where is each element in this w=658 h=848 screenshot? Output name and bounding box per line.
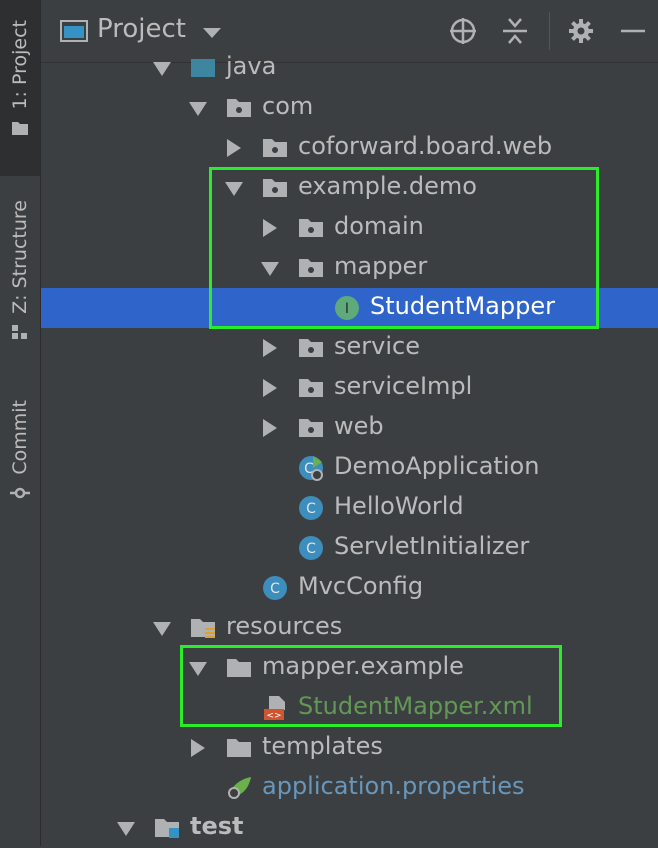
svg-text:C: C: [306, 541, 316, 557]
tree-item-label: coforward.board.web: [298, 132, 553, 160]
chevron-down-icon[interactable]: [189, 102, 207, 116]
tab-structure-label: Z: Structure: [9, 200, 31, 314]
tree-row[interactable]: C ServletInitializer: [41, 528, 658, 568]
tree-item-label: StudentMapper: [370, 292, 555, 320]
chevron-right-icon[interactable]: [263, 419, 277, 437]
class-icon: C: [297, 495, 325, 521]
panel-title[interactable]: Project: [97, 14, 186, 44]
tree-item-label: HelloWorld: [334, 492, 464, 520]
tree-item-label: resources: [226, 612, 343, 640]
folder-icon: [225, 655, 253, 681]
tree-item-label: MvcConfig: [298, 572, 424, 600]
folder-icon: [225, 735, 253, 761]
chevron-down-icon[interactable]: [261, 262, 279, 276]
chevron-down-icon[interactable]: [225, 182, 243, 196]
tree-row[interactable]: domain: [41, 208, 658, 248]
tree-row[interactable]: templates: [41, 728, 658, 768]
tree-item-label: domain: [334, 212, 424, 240]
collapse-all-icon[interactable]: [500, 16, 530, 46]
package-icon: [297, 215, 325, 241]
locate-icon[interactable]: [448, 16, 478, 46]
tree-item-label: web: [334, 412, 384, 440]
spring-properties-icon: [225, 775, 253, 801]
resources-folder-icon: [189, 615, 217, 641]
tree-row[interactable]: mapper.example: [41, 648, 658, 688]
package-icon: [297, 255, 325, 281]
tree-item-label: ServletInitializer: [334, 532, 530, 560]
tree-row[interactable]: example.demo: [41, 168, 658, 208]
tree-item-label: serviceImpl: [334, 372, 473, 400]
xml-file-icon: <>: [261, 695, 289, 721]
spring-boot-class-icon: C: [297, 455, 325, 481]
tree-row[interactable]: I StudentMapper: [41, 288, 658, 328]
project-view-icon: [60, 20, 88, 42]
tree-item-label: java: [226, 52, 277, 80]
svg-text:<>: <>: [266, 711, 281, 721]
tree-row[interactable]: C DemoApplication: [41, 448, 658, 488]
tree-item-label: templates: [262, 732, 383, 760]
chevron-right-icon[interactable]: [263, 339, 277, 357]
tree-item-label: com: [262, 92, 314, 120]
svg-text:C: C: [270, 581, 280, 597]
tab-structure[interactable]: Z: Structure: [0, 200, 40, 360]
tab-project-label: 1: Project: [9, 20, 31, 110]
chevron-down-icon[interactable]: [153, 622, 171, 636]
package-icon: [297, 375, 325, 401]
package-icon: [261, 175, 289, 201]
tree-row[interactable]: C MvcConfig: [41, 568, 658, 608]
tool-window-strip: 1: Project Z: Structure Commit: [0, 0, 41, 846]
chevron-down-icon[interactable]: [189, 662, 207, 676]
test-folder-icon: [153, 815, 181, 841]
tree-row[interactable]: com: [41, 88, 658, 128]
class-icon: C: [297, 535, 325, 561]
tree-row[interactable]: resources: [41, 608, 658, 648]
tree-row[interactable]: coforward.board.web: [41, 128, 658, 168]
tree-item-label: service: [334, 332, 420, 360]
tree-item-label: test: [190, 812, 244, 840]
package-icon: [297, 415, 325, 441]
chevron-right-icon[interactable]: [227, 139, 241, 157]
chevron-right-icon[interactable]: [263, 219, 277, 237]
structure-icon: [12, 324, 27, 339]
source-folder-icon: [189, 55, 217, 81]
tree-row[interactable]: web: [41, 408, 658, 448]
header-divider: [549, 12, 550, 50]
package-icon: [261, 135, 289, 161]
svg-text:C: C: [306, 501, 316, 517]
folder-icon: [12, 121, 28, 135]
tree-row[interactable]: C HelloWorld: [41, 488, 658, 528]
tree-item-label: example.demo: [298, 172, 477, 200]
tree-item-label: application.properties: [262, 772, 525, 800]
tree-item-label: mapper.example: [262, 652, 464, 680]
gear-icon[interactable]: [566, 16, 596, 46]
tab-commit-label: Commit: [9, 400, 31, 475]
tree-item-label: StudentMapper.xml: [298, 692, 533, 720]
commit-icon: [10, 487, 30, 498]
tab-project[interactable]: 1: Project: [0, 0, 40, 176]
interface-icon: I: [333, 295, 361, 321]
tree-row[interactable]: java: [41, 48, 658, 88]
tree-row[interactable]: service: [41, 328, 658, 368]
tree-row[interactable]: application.properties: [41, 768, 658, 808]
tab-commit[interactable]: Commit: [0, 400, 40, 520]
package-icon: [297, 335, 325, 361]
tree-row[interactable]: mapper: [41, 248, 658, 288]
chevron-right-icon[interactable]: [191, 739, 205, 757]
package-icon: [225, 95, 253, 121]
tree-item-label: mapper: [334, 252, 428, 280]
chevron-down-icon[interactable]: [153, 62, 171, 76]
chevron-right-icon[interactable]: [263, 379, 277, 397]
minimize-icon[interactable]: [618, 16, 648, 46]
class-icon: C: [261, 575, 289, 601]
chevron-down-icon[interactable]: [117, 822, 135, 836]
tree-row[interactable]: serviceImpl: [41, 368, 658, 408]
svg-text:I: I: [345, 301, 349, 317]
tree-item-label: DemoApplication: [334, 452, 540, 480]
tree-row[interactable]: <> StudentMapper.xml: [41, 688, 658, 728]
chevron-down-icon[interactable]: [203, 28, 221, 38]
tree-row[interactable]: test: [41, 808, 658, 848]
